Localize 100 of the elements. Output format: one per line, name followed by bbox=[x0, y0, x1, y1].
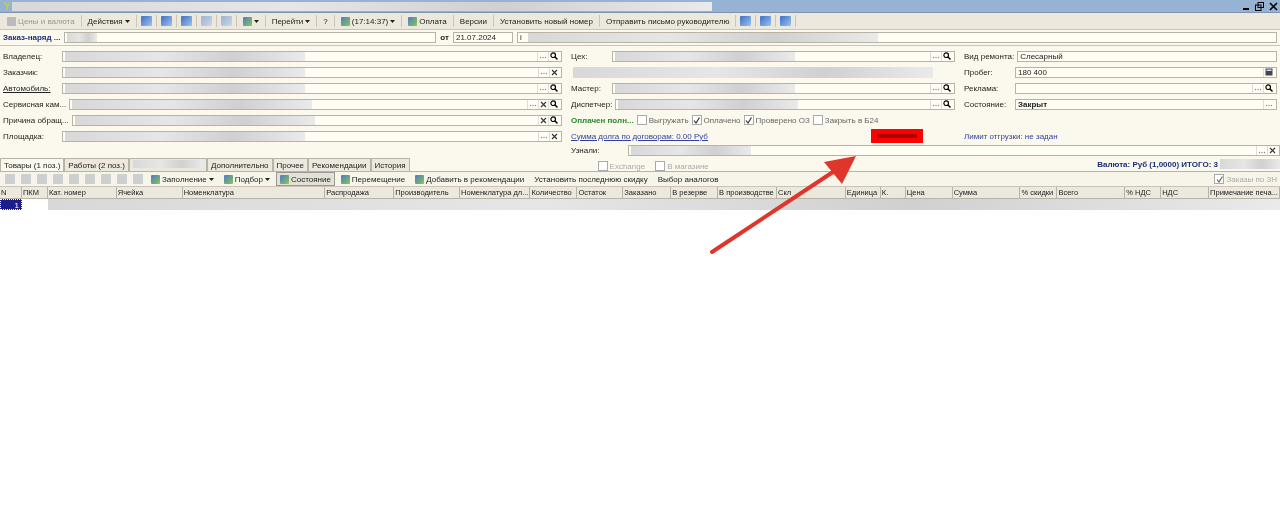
caret-icon[interactable] bbox=[390, 19, 396, 23]
search-icon[interactable] bbox=[550, 100, 558, 108]
input-field[interactable] bbox=[612, 50, 955, 62]
toolbar-button[interactable]: (17:14:37) bbox=[336, 14, 400, 28]
input-field[interactable]: Слесарный bbox=[1017, 50, 1277, 62]
info-field[interactable]: i bbox=[516, 32, 1277, 43]
checkmark-icon[interactable] bbox=[693, 116, 701, 124]
search-icon[interactable] bbox=[550, 52, 558, 60]
search-icon[interactable] bbox=[943, 52, 951, 60]
field-label: Владелец: bbox=[3, 51, 44, 61]
debt-link[interactable]: Сумма долга по договорам: 0.00 Руб bbox=[571, 131, 708, 141]
caret-icon[interactable] bbox=[305, 19, 311, 23]
field-value: Закрыт bbox=[1018, 99, 1048, 109]
tab[interactable]: Рекомендации bbox=[308, 158, 371, 171]
clear-icon[interactable] bbox=[540, 116, 547, 124]
toolbar-button[interactable]: ? bbox=[319, 14, 332, 28]
date-label: от bbox=[440, 33, 449, 42]
toolbar-button[interactable]: Перейти bbox=[267, 14, 315, 28]
input-field[interactable] bbox=[1015, 82, 1277, 94]
total-text: Валюта: Руб (1,0000) ИТОГО: 3 bbox=[1097, 159, 1218, 169]
toolbar-icon[interactable] bbox=[180, 16, 192, 26]
input-field[interactable] bbox=[612, 82, 955, 94]
toolbar-icon[interactable] bbox=[760, 16, 772, 26]
document-title: Заказ-наряд ... bbox=[3, 33, 61, 42]
caret-icon[interactable] bbox=[208, 177, 214, 181]
clear-icon[interactable] bbox=[540, 100, 547, 108]
calculator-icon[interactable] bbox=[1265, 68, 1273, 76]
tab[interactable]: Товары (1 поз.) bbox=[0, 158, 65, 171]
tab[interactable]: Прочее bbox=[272, 158, 309, 171]
input-field[interactable] bbox=[615, 98, 955, 110]
number-field[interactable] bbox=[64, 32, 437, 43]
field-label: Реклама: bbox=[964, 83, 1000, 93]
redacted-block bbox=[1220, 159, 1280, 169]
tab[interactable]: Работы (2 поз.) bbox=[64, 158, 129, 171]
tab[interactable]: Дополнительно bbox=[206, 158, 273, 171]
input-field[interactable] bbox=[62, 66, 562, 78]
toolbar-button[interactable]: Выбор аналогов bbox=[653, 172, 723, 186]
input-field[interactable]: 180 400 bbox=[1015, 66, 1277, 78]
field-label: Состояние: bbox=[964, 99, 1008, 109]
app-logo-icon bbox=[4, 2, 10, 10]
field-label: Мастер: bbox=[571, 83, 602, 93]
input-field[interactable]: Закрыт bbox=[1015, 98, 1277, 110]
caret-icon[interactable] bbox=[124, 19, 130, 23]
field-label: Цех: bbox=[571, 51, 589, 61]
checkbox[interactable]: Выгружать bbox=[636, 115, 689, 125]
clear-icon[interactable] bbox=[1269, 147, 1276, 154]
checkbox[interactable]: Закрыть в Б24 bbox=[812, 115, 879, 125]
field-label: Площадка: bbox=[3, 131, 45, 141]
field-label: Пробег: bbox=[964, 67, 994, 77]
date-field[interactable]: 21.07.2024 bbox=[452, 32, 513, 43]
field-label: Сервисная кам... bbox=[3, 99, 67, 109]
field-label: Диспетчер: bbox=[571, 99, 613, 109]
toolbar-icon[interactable] bbox=[140, 16, 152, 26]
field-label: Заказчик: bbox=[3, 67, 40, 77]
field-label: Причина обращ... bbox=[3, 115, 69, 125]
toolbar-button[interactable]: Версии bbox=[455, 14, 491, 28]
field-value: 180 400 bbox=[1018, 67, 1047, 77]
toolbar-button[interactable]: Установить последнюю скидку bbox=[530, 172, 652, 186]
search-icon[interactable] bbox=[943, 84, 951, 92]
caret-icon[interactable] bbox=[253, 19, 259, 23]
clear-icon[interactable] bbox=[551, 132, 558, 140]
input-field[interactable] bbox=[62, 82, 562, 94]
input-field[interactable] bbox=[62, 50, 562, 62]
toolbar-button[interactable]: Перемещение bbox=[336, 172, 410, 186]
toolbar-icon[interactable] bbox=[740, 16, 752, 26]
restore-icon[interactable] bbox=[1255, 1, 1264, 11]
caret-icon[interactable] bbox=[264, 177, 270, 181]
payment-status: Оплачен полн... bbox=[571, 115, 634, 125]
input-field[interactable] bbox=[69, 98, 562, 110]
shipment-limit-text: Лимит отгрузки: не задан bbox=[964, 131, 1058, 141]
field-value: Слесарный bbox=[1020, 51, 1063, 61]
toolbar-icon[interactable] bbox=[160, 16, 172, 26]
field-label: Узнали: bbox=[571, 146, 601, 155]
checkbox[interactable]: Оплачено bbox=[691, 115, 741, 125]
input-field[interactable] bbox=[71, 114, 562, 126]
field-label[interactable]: Автомобиль: bbox=[3, 83, 59, 93]
toolbar-button[interactable]: Состояние bbox=[275, 172, 335, 186]
toolbar-button[interactable]: Подбор bbox=[219, 172, 274, 186]
clear-icon[interactable] bbox=[551, 68, 558, 76]
search-icon[interactable] bbox=[943, 100, 951, 108]
checkmark-icon[interactable] bbox=[1215, 175, 1223, 183]
input-field[interactable] bbox=[628, 145, 1280, 156]
checkmark-icon[interactable] bbox=[745, 116, 753, 124]
tab[interactable]: История bbox=[370, 158, 410, 171]
row-number-cell[interactable]: 1 bbox=[0, 199, 22, 210]
search-icon[interactable] bbox=[550, 116, 558, 124]
input-field[interactable] bbox=[62, 130, 562, 142]
close-icon[interactable] bbox=[1269, 1, 1278, 11]
toolbar-icon[interactable] bbox=[780, 16, 792, 26]
toolbar-button[interactable]: Действия bbox=[83, 14, 134, 28]
toolbar-button[interactable]: Установить новый номер bbox=[495, 14, 597, 28]
toolbar-button[interactable]: Оплата bbox=[404, 14, 451, 28]
toolbar-button[interactable]: Отправить письмо руководителю bbox=[602, 14, 734, 28]
toolbar-button[interactable]: Добавить в рекомендации bbox=[411, 172, 529, 186]
field-label: Вид ремонта: bbox=[964, 51, 1015, 61]
search-icon[interactable] bbox=[550, 84, 558, 92]
toolbar-button[interactable]: Заполнение bbox=[147, 172, 218, 186]
warning-badge[interactable] bbox=[870, 129, 923, 143]
checkbox[interactable]: Проверено ОЗ bbox=[743, 115, 810, 125]
search-icon[interactable] bbox=[1265, 84, 1273, 92]
